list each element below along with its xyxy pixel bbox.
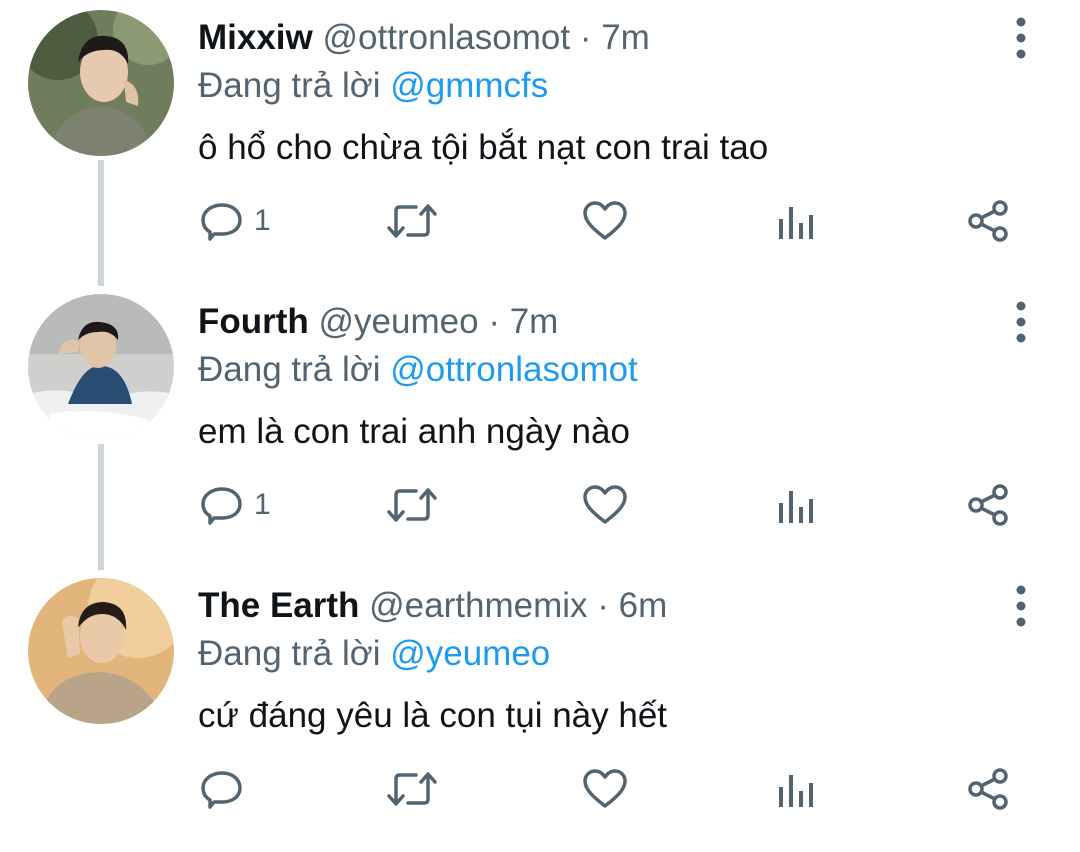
replying-to-label: Đang trả lời [198, 634, 381, 673]
timestamp[interactable]: 7m [601, 18, 650, 57]
replying-to: Đang trả lời @ottronlasomot [198, 350, 638, 390]
replying-to-handle[interactable]: @yeumeo [390, 634, 550, 673]
tweet[interactable]: Mixxiw @ottronlasomot · 7m Đang trả lời … [0, 0, 1080, 284]
tweet-actions: 1 [0, 470, 1080, 540]
replying-to: Đang trả lời @yeumeo [198, 634, 550, 674]
timestamp[interactable]: 6m [619, 586, 668, 625]
replying-to-handle[interactable]: @gmmcfs [390, 66, 548, 105]
avatar[interactable] [28, 294, 174, 440]
display-name[interactable]: Fourth [198, 302, 309, 341]
timestamp[interactable]: 7m [510, 302, 559, 341]
retweet-button[interactable] [386, 186, 438, 256]
share-button[interactable] [966, 470, 1010, 540]
views-button[interactable] [776, 186, 816, 256]
like-button[interactable] [582, 754, 628, 824]
share-icon [968, 768, 1008, 810]
retweet-button[interactable] [386, 470, 438, 540]
tweet-header: The Earth @earthmemix · 6m [198, 586, 667, 626]
reply-icon [201, 771, 242, 809]
tweet-text: em là con trai anh ngày nào [198, 412, 630, 451]
user-handle[interactable]: @earthmemix [369, 586, 587, 625]
analytics-icon [779, 207, 813, 239]
views-button[interactable] [776, 754, 816, 824]
share-icon [968, 200, 1008, 242]
analytics-icon [779, 491, 813, 523]
avatar[interactable] [28, 578, 174, 724]
tweet[interactable]: The Earth @earthmemix · 6m Đang trả lời … [0, 568, 1080, 852]
like-button[interactable] [582, 470, 628, 540]
analytics-icon [779, 775, 813, 807]
display-name[interactable]: Mixxiw [198, 18, 313, 57]
tweet-header: Fourth @yeumeo · 7m [198, 302, 558, 342]
user-handle[interactable]: @yeumeo [319, 302, 479, 341]
views-button[interactable] [776, 470, 816, 540]
replying-to-handle[interactable]: @ottronlasomot [390, 350, 638, 389]
retweet-icon [387, 772, 437, 806]
share-button[interactable] [966, 186, 1010, 256]
reply-count: 1 [254, 488, 271, 521]
separator-dot: · [579, 18, 592, 57]
heart-icon [583, 769, 627, 808]
replying-to-label: Đang trả lời [198, 350, 381, 389]
tweet[interactable]: Fourth @yeumeo · 7m Đang trả lời @ottron… [0, 284, 1080, 568]
more-vertical-icon[interactable] [1006, 16, 1036, 60]
retweet-button[interactable] [386, 754, 438, 824]
share-icon [968, 484, 1008, 526]
retweet-icon [387, 488, 437, 522]
share-button[interactable] [966, 754, 1010, 824]
like-button[interactable] [582, 186, 628, 256]
reply-button[interactable]: 1 [200, 470, 271, 540]
reply-icon [201, 487, 242, 525]
reply-icon [201, 203, 242, 241]
tweet-actions [0, 754, 1080, 824]
replying-to: Đang trả lời @gmmcfs [198, 66, 548, 106]
heart-icon [583, 201, 627, 240]
reply-button[interactable]: 1 [200, 186, 271, 256]
reply-button[interactable] [200, 754, 254, 824]
retweet-icon [387, 204, 437, 238]
replying-to-label: Đang trả lời [198, 66, 381, 105]
user-handle[interactable]: @ottronlasomot [323, 18, 571, 57]
tweet-text: cứ đáng yêu là con tụi này hết [198, 696, 668, 735]
tweet-header: Mixxiw @ottronlasomot · 7m [198, 18, 650, 58]
separator-dot: · [597, 586, 609, 625]
tweet-actions: 1 [0, 186, 1080, 256]
reply-count: 1 [254, 204, 271, 237]
separator-dot: · [488, 302, 500, 341]
avatar[interactable] [28, 10, 174, 156]
tweet-text: ô hổ cho chừa tội bắt nạt con trai tao [198, 128, 769, 167]
display-name[interactable]: The Earth [198, 586, 359, 625]
heart-icon [583, 485, 627, 524]
more-vertical-icon[interactable] [1006, 584, 1036, 628]
more-vertical-icon[interactable] [1006, 300, 1036, 344]
